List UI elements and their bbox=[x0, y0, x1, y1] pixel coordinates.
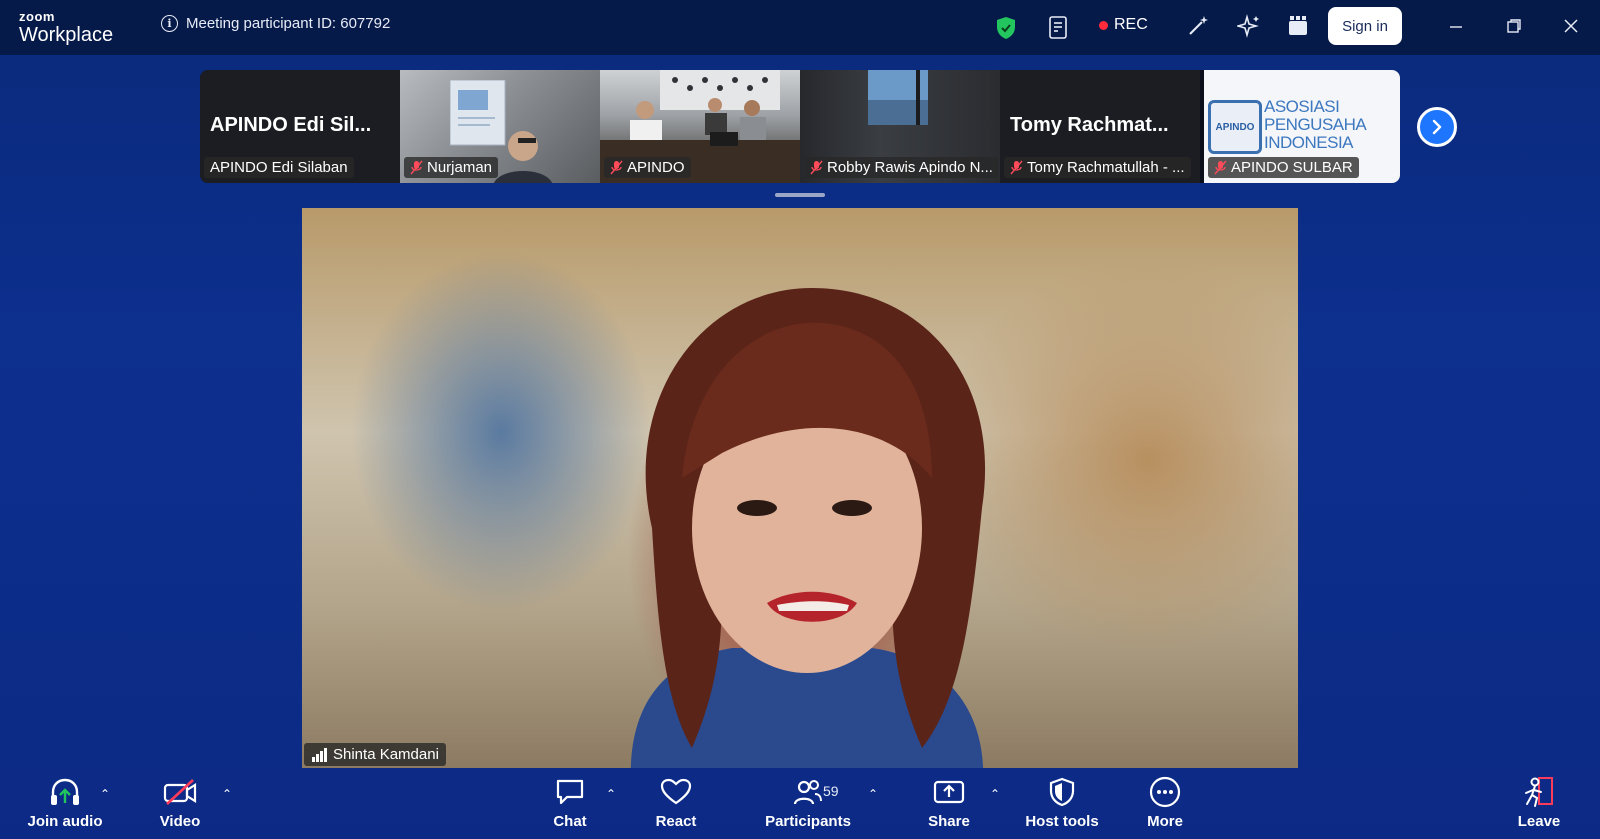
participant-tile[interactable]: Tomy Rachmat... Tomy Rachmatullah - ... bbox=[1000, 70, 1200, 183]
share-button[interactable]: Share bbox=[924, 775, 974, 839]
participant-display-name: APINDO Edi Sil... bbox=[210, 114, 372, 136]
participant-tile[interactable]: Robby Rawis Apindo N... bbox=[800, 70, 1000, 183]
more-label: More bbox=[1147, 813, 1183, 830]
participants-options-caret-icon[interactable]: ⌃ bbox=[868, 787, 878, 801]
title-bar: zoom Workplace i Meeting participant ID:… bbox=[0, 0, 1600, 55]
logo-line: ASOSIASI bbox=[1264, 97, 1340, 116]
participant-gallery-strip: APINDO Edi Sil... APINDO Edi Silaban Nur… bbox=[200, 70, 1400, 183]
meeting-id-text: Meeting participant ID: 607792 bbox=[186, 15, 391, 32]
brand-small: zoom bbox=[19, 9, 55, 24]
participant-name: APINDO Edi Silaban bbox=[210, 159, 348, 176]
participants-icon: 59 bbox=[793, 775, 839, 809]
participant-tile[interactable]: APINDO Edi Sil... APINDO Edi Silaban bbox=[200, 70, 400, 183]
participant-name: Robby Rawis Apindo N... bbox=[827, 159, 993, 176]
mic-muted-icon bbox=[610, 160, 623, 175]
participant-name-tag: APINDO SULBAR bbox=[1208, 157, 1359, 178]
speaker-name: Shinta Kamdani bbox=[333, 746, 439, 763]
logo-line: PENGUSAHA bbox=[1264, 115, 1367, 134]
chat-label: Chat bbox=[553, 813, 587, 830]
join-audio-button[interactable]: Join audio bbox=[27, 775, 103, 839]
leave-button[interactable]: Leave bbox=[1514, 775, 1564, 839]
apps-grid-icon[interactable] bbox=[1287, 15, 1309, 42]
meeting-info[interactable]: i Meeting participant ID: 607792 bbox=[161, 15, 390, 32]
participant-name-tag: Nurjaman bbox=[404, 157, 499, 178]
chat-options-caret-icon[interactable]: ⌃ bbox=[606, 787, 616, 801]
close-icon[interactable] bbox=[1559, 14, 1583, 38]
sign-in-button[interactable]: Sign in bbox=[1328, 7, 1402, 45]
participant-name-tag: Robby Rawis Apindo N... bbox=[804, 157, 998, 178]
heart-icon bbox=[660, 775, 692, 809]
organization-logo-text: ASOSIASI PENGUSAHA INDONESIA bbox=[1264, 97, 1367, 152]
chevron-right-icon bbox=[1432, 119, 1442, 135]
host-tools-button[interactable]: Host tools bbox=[1022, 775, 1102, 839]
mic-muted-icon bbox=[810, 160, 823, 175]
annotate-wand-icon[interactable] bbox=[1186, 14, 1210, 43]
gallery-resize-handle[interactable] bbox=[775, 193, 825, 197]
headphones-icon bbox=[49, 775, 81, 809]
speaker-name-tag: Shinta Kamdani bbox=[304, 743, 446, 766]
share-options-caret-icon[interactable]: ⌃ bbox=[990, 787, 1000, 801]
leave-label: Leave bbox=[1517, 813, 1561, 830]
mic-muted-icon bbox=[1214, 160, 1227, 175]
more-dots-icon bbox=[1149, 775, 1181, 809]
chat-button[interactable]: Chat bbox=[545, 775, 595, 839]
video-button[interactable]: Video bbox=[155, 775, 205, 839]
chat-bubble-icon bbox=[555, 775, 585, 809]
info-icon[interactable]: i bbox=[161, 15, 178, 32]
participant-name: APINDO bbox=[627, 159, 685, 176]
participant-display-name: Tomy Rachmat... bbox=[1010, 114, 1169, 136]
share-screen-icon bbox=[933, 775, 965, 809]
host-tools-label: Host tools bbox=[1025, 813, 1099, 830]
logo-line: INDONESIA bbox=[1264, 133, 1354, 152]
share-label: Share bbox=[928, 813, 970, 830]
join-audio-label: Join audio bbox=[27, 813, 103, 830]
react-label: React bbox=[655, 813, 697, 830]
host-shield-icon bbox=[1048, 775, 1076, 809]
audio-options-caret-icon[interactable]: ⌃ bbox=[100, 787, 110, 801]
participant-tile[interactable]: APINDO bbox=[600, 70, 800, 183]
participant-name: APINDO SULBAR bbox=[1231, 159, 1353, 176]
meeting-controls-toolbar: Join audio ⌃ Video ⌃ Chat ⌃ React 59 Par… bbox=[0, 775, 1600, 839]
leave-door-icon bbox=[1522, 775, 1556, 809]
participant-name-tag: APINDO bbox=[604, 157, 691, 178]
minimize-icon[interactable] bbox=[1444, 14, 1468, 38]
apindo-logo: APINDO bbox=[1208, 100, 1262, 154]
brand-large: Workplace bbox=[19, 24, 114, 46]
mic-muted-icon bbox=[410, 160, 423, 175]
participant-name: Nurjaman bbox=[427, 159, 493, 176]
recording-indicator[interactable]: REC bbox=[1099, 16, 1148, 34]
gallery-next-button[interactable] bbox=[1417, 107, 1457, 147]
signal-strength-icon bbox=[312, 747, 327, 762]
ai-companion-sparkle-icon[interactable] bbox=[1235, 14, 1261, 43]
video-label: Video bbox=[159, 813, 201, 830]
participant-name-tag: Tomy Rachmatullah - ... bbox=[1004, 157, 1191, 178]
mic-muted-icon bbox=[1010, 160, 1023, 175]
zoom-logo: zoom Workplace bbox=[19, 10, 113, 45]
participants-label: Participants bbox=[765, 813, 851, 830]
restore-icon[interactable] bbox=[1502, 14, 1526, 38]
participants-count: 59 bbox=[823, 783, 839, 799]
rec-label: REC bbox=[1114, 16, 1148, 33]
encryption-shield-icon[interactable] bbox=[995, 16, 1017, 45]
more-button[interactable]: More bbox=[1140, 775, 1190, 839]
summary-doc-icon[interactable] bbox=[1047, 15, 1071, 46]
video-off-icon bbox=[163, 775, 197, 809]
participant-tile[interactable]: APINDO ASOSIASI PENGUSAHA INDONESIA APIN… bbox=[1204, 70, 1400, 183]
participant-tile[interactable]: Nurjaman bbox=[400, 70, 600, 183]
participant-name: Tomy Rachmatullah - ... bbox=[1027, 159, 1185, 176]
active-speaker-video: Shinta Kamdani bbox=[302, 208, 1298, 768]
person-silhouette-icon bbox=[494, 131, 552, 183]
participants-button[interactable]: 59 Participants bbox=[763, 775, 853, 839]
react-button[interactable]: React bbox=[651, 775, 701, 839]
record-dot-icon bbox=[1099, 20, 1108, 30]
window-background-icon bbox=[868, 70, 928, 125]
participant-name-tag: APINDO Edi Silaban bbox=[204, 157, 354, 178]
video-options-caret-icon[interactable]: ⌃ bbox=[222, 787, 232, 801]
speaker-figure bbox=[630, 288, 986, 768]
